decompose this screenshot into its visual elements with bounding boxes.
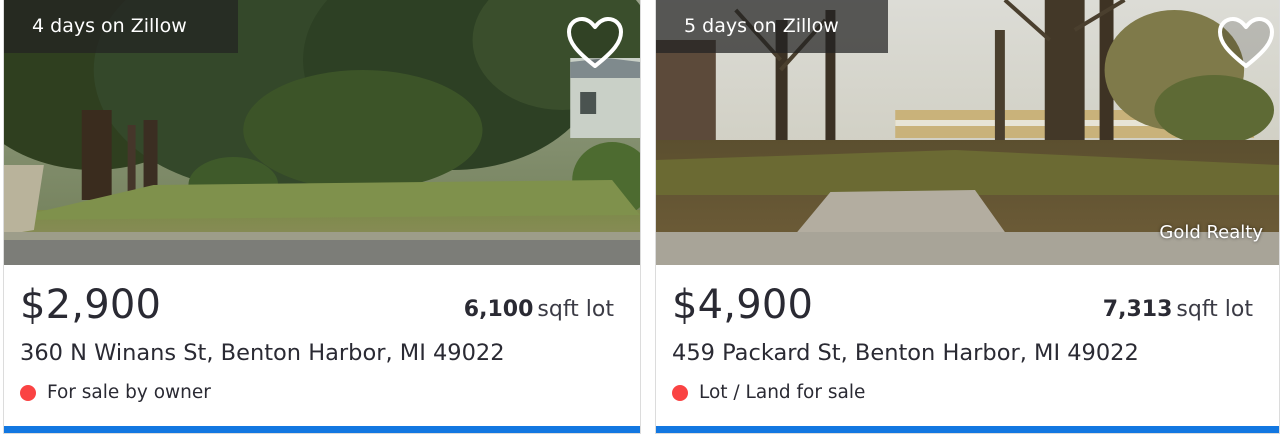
listing-photo[interactable]: 4 days on Zillow [4, 0, 640, 265]
card-bottom-accent [4, 426, 640, 433]
days-on-zillow-badge: 4 days on Zillow [4, 0, 238, 53]
lot-size-value: 7,313 [1102, 297, 1173, 322]
listing-address-link[interactable]: 360 N Winans St, Benton Harbor, MI 49022 [20, 340, 505, 366]
brokerage-watermark: Gold Realty [1159, 222, 1263, 243]
card-bottom-accent [656, 426, 1279, 433]
listing-address-link[interactable]: 459 Packard St, Benton Harbor, MI 49022 [672, 340, 1139, 366]
listing-status: Lot / Land for sale [672, 382, 865, 403]
lot-size-value: 6,100 [463, 297, 534, 322]
days-on-zillow-badge: 5 days on Zillow [656, 0, 888, 53]
listing-price: $2,900 [20, 282, 162, 328]
listing-card[interactable]: 4 days on Zillow $2,900 6,100 sqft lot 36… [3, 0, 641, 434]
status-label: For sale by owner [47, 382, 211, 403]
listing-info: $2,900 6,100 sqft lot 360 N Winans St, Be… [4, 265, 640, 433]
status-dot-icon [20, 384, 36, 401]
status-dot-icon [672, 384, 688, 401]
lot-size-unit: sqft lot [1176, 297, 1253, 322]
heart-outline-icon[interactable] [1217, 16, 1275, 72]
lot-size: 7,313 sqft lot [1103, 297, 1253, 322]
listing-card[interactable]: 5 days on Zillow Gold Realty $4,900 7,31… [655, 0, 1280, 434]
listing-info: $4,900 7,313 sqft lot 459 Packard St, Ben… [656, 265, 1279, 433]
lot-size-unit: sqft lot [537, 297, 614, 322]
listing-status: For sale by owner [20, 382, 211, 403]
heart-outline-icon[interactable] [566, 16, 624, 72]
listing-price: $4,900 [672, 282, 814, 328]
listing-photo[interactable]: 5 days on Zillow Gold Realty [656, 0, 1279, 265]
status-label: Lot / Land for sale [699, 382, 866, 403]
lot-size: 6,100 sqft lot [464, 297, 614, 322]
